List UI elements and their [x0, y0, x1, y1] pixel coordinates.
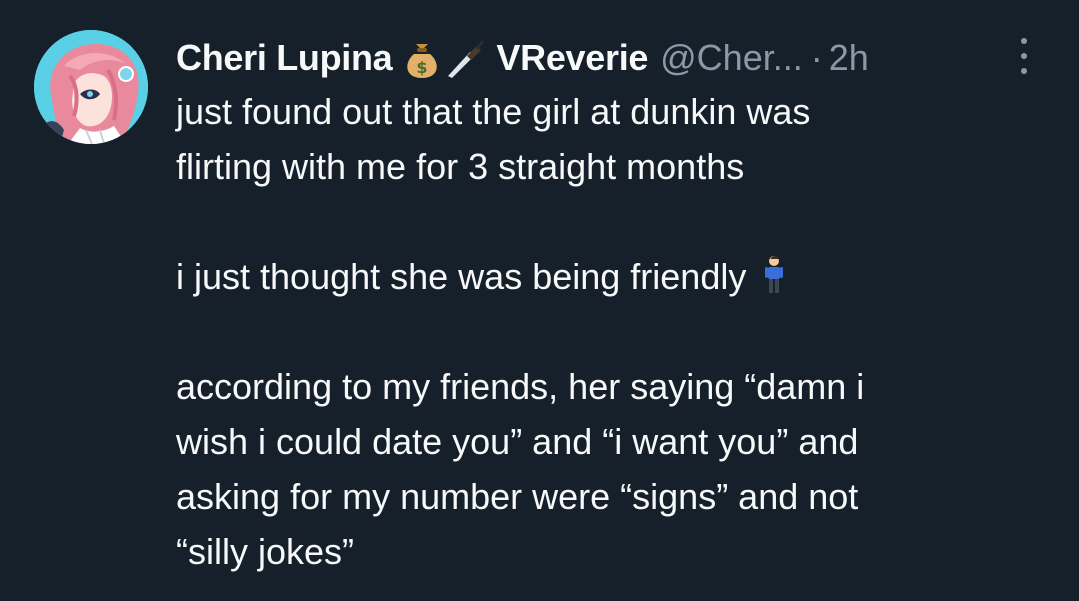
timestamp[interactable]: 2h [829, 37, 869, 79]
separator-dot: · [810, 37, 823, 78]
tweet-header: Cheri Lupina $ VReverie @Cher... · 2h [176, 32, 869, 84]
display-name-suffix[interactable]: VReverie [496, 37, 648, 79]
tweet-text-line: flirting with me for 3 straight months [176, 146, 745, 187]
tweet-text-line: “silly jokes” [176, 531, 355, 572]
tweet-text-line: wish i could date you” and “i want you” … [176, 421, 859, 462]
tweet[interactable]: Cheri Lupina $ VReverie @Cher... · 2h ju… [0, 0, 1079, 601]
three-dots-vertical-icon[interactable] [1014, 36, 1034, 76]
more-dot [1021, 53, 1027, 59]
person-standing-icon [762, 255, 786, 295]
more-dot [1021, 68, 1027, 74]
tweet-text-line: according to my friends, her saying “dam… [176, 366, 865, 407]
avatar-image [34, 30, 148, 144]
user-handle[interactable]: @Cher... [660, 37, 803, 79]
more-dot [1021, 38, 1027, 44]
dagger-icon [444, 36, 486, 80]
tweet-text-line: asking for my number were “signs” and no… [176, 476, 859, 517]
tweet-text: just found out that the girl at dunkin w… [176, 84, 1056, 579]
tweet-text-line: i just thought she was being friendly [176, 256, 747, 297]
avatar[interactable] [34, 30, 148, 144]
money-bag-icon: $ [402, 36, 442, 80]
tweet-text-line-with-emoji: i just thought she was being friendly [176, 249, 1056, 304]
svg-text:$: $ [417, 58, 428, 77]
tweet-text-line: just found out that the girl at dunkin w… [176, 91, 811, 132]
display-name[interactable]: Cheri Lupina [176, 37, 393, 79]
